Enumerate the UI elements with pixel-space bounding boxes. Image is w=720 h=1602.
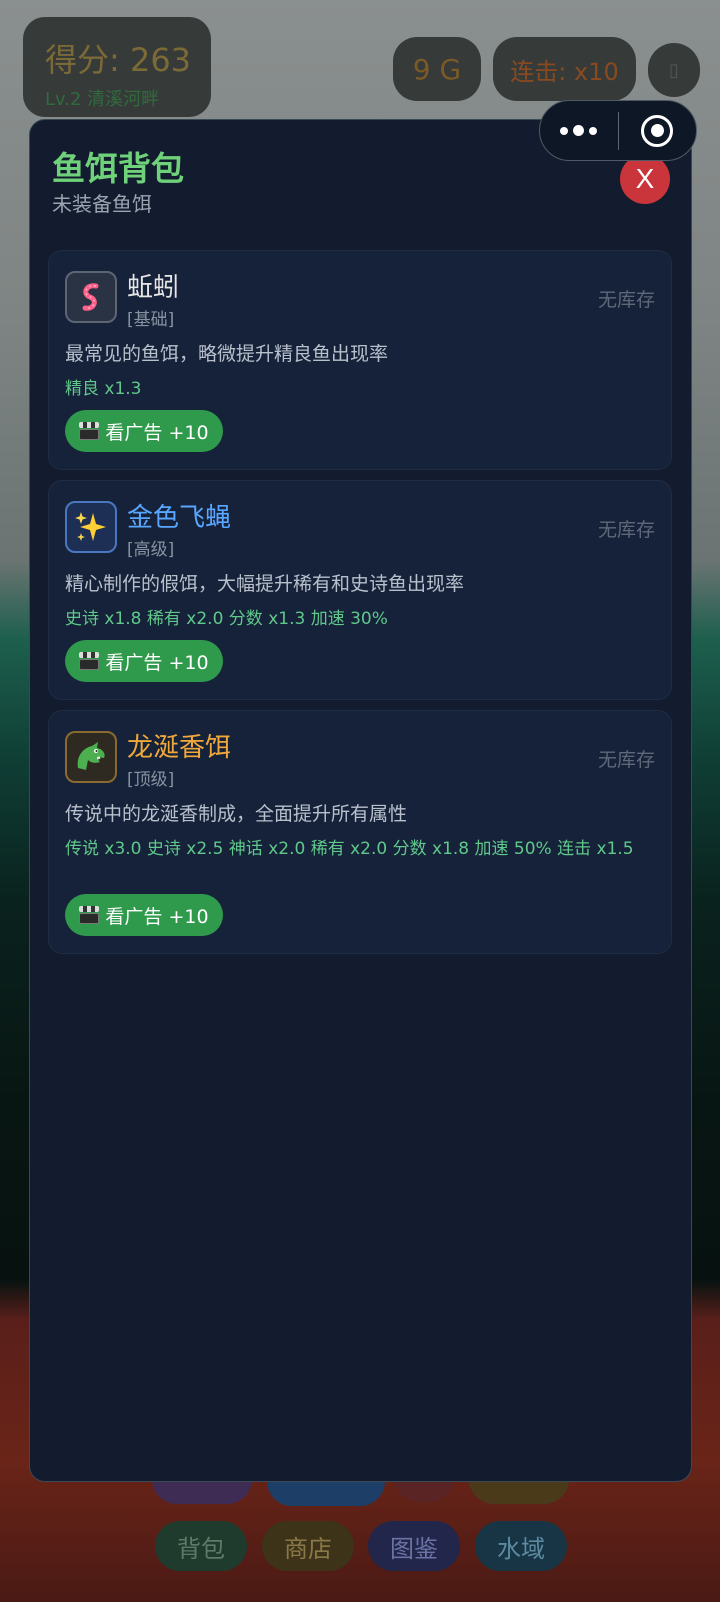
gold-badge: 9 G bbox=[393, 37, 481, 101]
watch-ad-button[interactable]: 看广告 +10 bbox=[65, 894, 223, 936]
sparkles-icon bbox=[65, 501, 117, 553]
watch-ad-button[interactable]: 看广告 +10 bbox=[65, 640, 223, 682]
watch-ad-label: 看广告 +10 bbox=[105, 905, 209, 928]
bait-description: 精心制作的假饵，大幅提升稀有和史诗鱼出现率 bbox=[65, 573, 465, 595]
bait-name: 蚯蚓 bbox=[127, 273, 180, 303]
bait-stats: 史诗 x1.8 稀有 x2.0 分数 x1.3 加速 30% bbox=[65, 609, 388, 629]
score-text: 得分: 263 bbox=[45, 41, 192, 79]
bait-stats: 传说 x3.0 史诗 x2.5 神话 x2.0 稀有 x2.0 分数 x1.8 … bbox=[65, 839, 634, 859]
bait-stats: 精良 x1.3 bbox=[65, 379, 142, 399]
hud-menu-button[interactable]: ▯ bbox=[648, 43, 700, 97]
bait-tier: [顶级] bbox=[127, 770, 175, 790]
bait-stock: 无库存 bbox=[597, 289, 655, 311]
bait-description: 最常见的鱼饵，略微提升精良鱼出现率 bbox=[65, 343, 389, 365]
close-button[interactable]: X bbox=[620, 154, 670, 204]
dragon-icon bbox=[65, 731, 117, 783]
bait-name: 金色飞蝇 bbox=[127, 503, 232, 533]
clapperboard-icon bbox=[79, 652, 100, 670]
watch-ad-button[interactable]: 看广告 +10 bbox=[65, 410, 223, 452]
modal-title: 鱼饵背包 bbox=[52, 149, 184, 188]
more-options-icon[interactable] bbox=[540, 125, 618, 136]
level-text: Lv.2 清溪河畔 bbox=[45, 89, 160, 110]
guide-button[interactable]: 图鉴 bbox=[368, 1521, 460, 1571]
combo-badge: 连击: x10 bbox=[493, 37, 636, 101]
bait-card-golden-fly[interactable]: 金色飞蝇 [高级] 无库存 精心制作的假饵，大幅提升稀有和史诗鱼出现率 史诗 x… bbox=[48, 480, 672, 700]
shop-button[interactable]: 商店 bbox=[262, 1521, 354, 1571]
waters-button[interactable]: 水域 bbox=[475, 1521, 567, 1571]
bait-stock: 无库存 bbox=[597, 749, 655, 771]
bait-tier: [基础] bbox=[127, 310, 175, 330]
worm-icon bbox=[65, 271, 117, 323]
score-panel: 得分: 263 Lv.2 清溪河畔 bbox=[23, 17, 211, 117]
capsule-menu bbox=[539, 100, 697, 161]
bait-bag-modal: 鱼饵背包 未装备鱼饵 X 蚯蚓 [基础] 无库存 最常见的鱼饵，略微提升精良鱼出… bbox=[29, 119, 692, 1482]
watch-ad-label: 看广告 +10 bbox=[105, 421, 209, 444]
bait-name: 龙涎香饵 bbox=[127, 733, 232, 763]
bait-description: 传说中的龙涎香制成，全面提升所有属性 bbox=[65, 803, 408, 825]
clapperboard-icon bbox=[79, 422, 100, 440]
clapperboard-icon bbox=[79, 906, 100, 924]
bag-button[interactable]: 背包 bbox=[155, 1521, 247, 1571]
watch-ad-label: 看广告 +10 bbox=[105, 651, 209, 674]
exit-target-icon[interactable] bbox=[619, 114, 697, 147]
bait-card-ambergris[interactable]: 龙涎香饵 [顶级] 无库存 传说中的龙涎香制成，全面提升所有属性 传说 x3.0… bbox=[48, 710, 672, 954]
bait-tier: [高级] bbox=[127, 540, 175, 560]
bait-card-worm[interactable]: 蚯蚓 [基础] 无库存 最常见的鱼饵，略微提升精良鱼出现率 精良 x1.3 看广… bbox=[48, 250, 672, 470]
modal-subtitle: 未装备鱼饵 bbox=[52, 192, 152, 216]
bait-stock: 无库存 bbox=[597, 519, 655, 541]
